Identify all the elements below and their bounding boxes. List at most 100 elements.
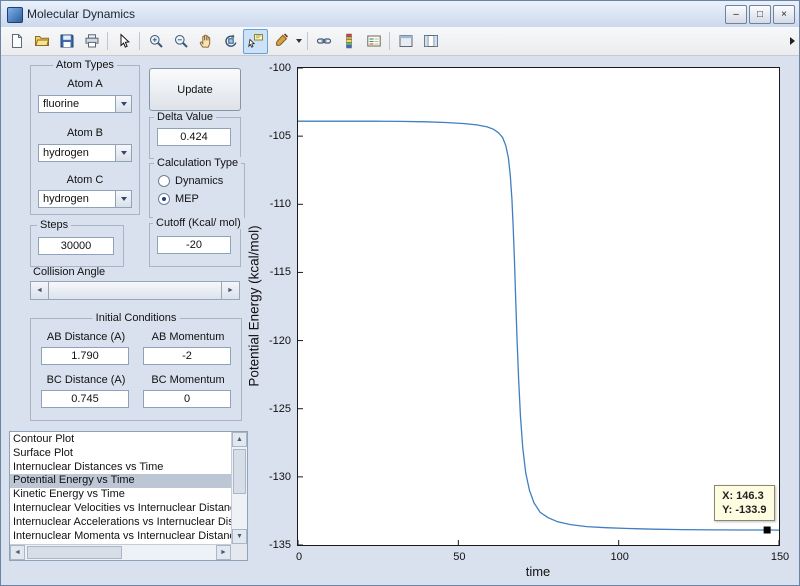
y-tick-label: -130	[268, 470, 291, 483]
chevron-down-icon	[120, 197, 127, 201]
toolbar-overflow-icon[interactable]	[790, 37, 795, 45]
toolbar-link-plots-button[interactable]	[311, 29, 336, 54]
radio-circle-icon[interactable]	[158, 175, 170, 187]
cutoff-label: Cutoff (Kcal/ mol)	[153, 217, 244, 229]
toolbar-hide-plot-tools-button[interactable]	[393, 29, 418, 54]
radio-mep[interactable]: MEP	[158, 192, 199, 206]
zoom-out-icon	[174, 35, 188, 48]
collision-angle-slider[interactable]: ◄ ►	[30, 281, 240, 300]
radio-mep-label: MEP	[175, 193, 199, 205]
atom-b-label: Atom B	[66, 127, 104, 139]
scroll-right-icon[interactable]: ►	[216, 545, 231, 560]
list-item[interactable]: Internuclear Velocities vs Internuclear …	[10, 502, 231, 516]
window-controls: – □ ×	[725, 5, 795, 24]
bc-momentum-field[interactable]: 0	[143, 390, 231, 408]
radio-dynamics-label: Dynamics	[175, 175, 224, 187]
scroll-left-icon[interactable]: ◄	[10, 545, 25, 560]
scroll-up-icon[interactable]: ▲	[232, 432, 247, 447]
x-tick-label: 0	[295, 551, 303, 563]
radio-dynamics[interactable]: Dynamics	[158, 174, 223, 188]
toolbar-pan-button[interactable]	[193, 29, 218, 54]
data-tip[interactable]: X: 146.3 Y: -133.9	[714, 485, 775, 521]
x-tick-label: 50	[453, 551, 466, 563]
atom-c-dropdown[interactable]: hydrogen	[38, 190, 132, 208]
toolbar-legend-button[interactable]	[361, 29, 386, 54]
scrollbar-thumb[interactable]	[27, 546, 122, 559]
pointer-icon	[120, 33, 130, 48]
title-bar[interactable]: Molecular Dynamics – □ ×	[1, 1, 799, 28]
radio-circle-icon[interactable]	[158, 193, 170, 205]
y-tick-label: -110	[269, 198, 291, 211]
list-item[interactable]: Potential Energy vs Time	[10, 474, 231, 489]
toolbar-brush-button[interactable]	[268, 29, 293, 54]
ab-momentum-label: AB Momentum	[151, 331, 225, 343]
initial-conditions-label: Initial Conditions	[92, 312, 180, 324]
scrollbar-thumb[interactable]	[233, 449, 246, 494]
slider-right-arrow-icon[interactable]: ►	[222, 282, 239, 299]
zoom-in-icon	[149, 35, 163, 48]
close-button[interactable]: ×	[773, 5, 795, 24]
link-plots-icon	[316, 38, 331, 44]
plot-type-listbox[interactable]: Contour Plot Surface Plot Internuclear D…	[9, 431, 248, 561]
horizontal-scrollbar[interactable]: ◄ ►	[10, 544, 231, 560]
ab-distance-field[interactable]: 1.790	[41, 347, 129, 365]
toolbar-separator	[139, 32, 140, 50]
list-item[interactable]: Contour Plot	[10, 433, 231, 447]
dropdown-arrow-button[interactable]	[115, 191, 131, 207]
list-item[interactable]: Internuclear Accelerations vs Internucle…	[10, 516, 231, 530]
rotate-3d-icon	[224, 34, 236, 47]
update-button[interactable]: Update	[149, 68, 241, 111]
datatip-marker[interactable]	[763, 526, 771, 534]
list-item[interactable]: Kinetic Energy vs Time	[10, 488, 231, 502]
toolbar-colorbar-button[interactable]	[336, 29, 361, 54]
atom-types-panel-label: Atom Types	[53, 59, 117, 71]
steps-field[interactable]: 30000	[38, 237, 114, 255]
steps-label: Steps	[37, 219, 72, 231]
list-item[interactable]: Surface Plot	[10, 447, 231, 461]
y-tick-label: -120	[268, 334, 291, 347]
list-item[interactable]: Internuclear Distances vs Time	[10, 461, 231, 475]
bc-momentum-label: BC Momentum	[151, 374, 225, 386]
plot-canvas[interactable]	[297, 67, 780, 546]
toolbar-rotate-button[interactable]	[218, 29, 243, 54]
app-icon[interactable]	[7, 7, 23, 23]
list-item[interactable]: Internuclear Momenta vs Internuclear Dis…	[10, 530, 231, 544]
brush-dropdown-button[interactable]	[293, 30, 304, 53]
bc-distance-field[interactable]: 0.745	[41, 390, 129, 408]
ab-momentum-field[interactable]: -2	[143, 347, 231, 365]
toolbar-zoom-in-button[interactable]	[143, 29, 168, 54]
restore-button[interactable]: □	[749, 5, 771, 24]
y-axis-label: Potential Energy (kcal/mol)	[246, 225, 262, 387]
slider-thumb[interactable]	[48, 282, 222, 299]
toolbar-save-button[interactable]	[54, 29, 79, 54]
delta-value-field[interactable]: 0.424	[157, 128, 231, 146]
toolbar-data-cursor-button[interactable]	[243, 28, 268, 54]
atom-a-dropdown[interactable]: fluorine	[38, 95, 132, 113]
atom-b-value: hydrogen	[43, 147, 89, 159]
restore-icon: □	[756, 8, 764, 20]
hide-plot-tools-icon	[399, 35, 412, 47]
toolbar-show-plot-tools-button[interactable]	[418, 29, 443, 54]
steps-panel: Steps 30000	[30, 219, 124, 267]
legend-icon	[366, 35, 381, 47]
dropdown-arrow-button[interactable]	[115, 96, 131, 112]
toolbar-print-button[interactable]	[79, 29, 104, 54]
slider-left-arrow-icon[interactable]: ◄	[31, 282, 48, 299]
initial-conditions-panel: Initial Conditions AB Distance (A) AB Mo…	[30, 312, 242, 421]
cutoff-field[interactable]: -20	[157, 236, 231, 254]
y-tick-label: -115	[269, 266, 291, 279]
brush-icon	[275, 33, 288, 46]
vertical-scrollbar[interactable]: ▲ ▼	[231, 432, 247, 544]
toolbar-zoom-out-button[interactable]	[168, 29, 193, 54]
atom-c-value: hydrogen	[43, 193, 89, 205]
x-tick-label: 100	[610, 551, 629, 563]
x-axis-label: time	[525, 564, 551, 579]
dropdown-arrow-button[interactable]	[115, 145, 131, 161]
pan-hand-icon	[199, 34, 210, 48]
toolbar-new-button[interactable]	[4, 29, 29, 54]
toolbar-open-button[interactable]	[29, 29, 54, 54]
atom-b-dropdown[interactable]: hydrogen	[38, 144, 132, 162]
toolbar-edit-plot-button[interactable]	[111, 29, 136, 54]
scroll-down-icon[interactable]: ▼	[232, 529, 247, 544]
minimize-button[interactable]: –	[725, 5, 747, 24]
